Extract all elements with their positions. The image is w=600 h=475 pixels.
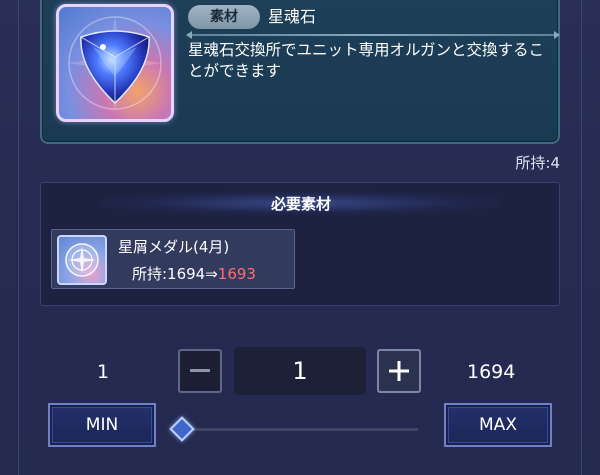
quantity-input[interactable]: 1 [234,347,366,395]
minus-icon [190,369,210,372]
min-button[interactable]: MIN [48,403,156,447]
material-card[interactable]: 星屑メダル(4月) 所持:1694⇒1693 [51,229,295,289]
item-name: 星魂石 [268,7,317,26]
decrease-quantity-button[interactable] [178,349,222,393]
material-owned-after: 1693 [217,265,256,283]
item-info-panel: 素材 星魂石 星魂石交換所でユニット専用オルガンと交換することができます [40,0,560,144]
material-owned-before: 所持:1694⇒ [132,265,218,283]
quantity-slider-track[interactable] [180,428,418,431]
item-type-badge: 素材 [188,5,260,29]
increase-quantity-button[interactable] [377,349,421,393]
quantity-min-value: 1 [97,361,110,383]
stardust-medal-icon [57,235,107,285]
max-button[interactable]: MAX [444,403,552,447]
owned-count: 所持:4 [515,154,560,172]
required-materials-panel: 必要素材 星屑メダル(4月) 所持:1694⇒1693 [40,182,560,306]
quantity-max-value: 1694 [467,361,516,383]
name-divider [186,31,560,39]
material-owned: 所持:1694⇒1693 [132,263,256,284]
plus-icon [389,361,409,381]
material-name: 星屑メダル(4月) [118,238,230,256]
star-soul-stone-crystal-icon [56,4,174,122]
item-description: 星魂石交換所でユニット専用オルガンと交換することができます [188,41,545,80]
required-materials-title: 必要素材 [270,195,331,213]
